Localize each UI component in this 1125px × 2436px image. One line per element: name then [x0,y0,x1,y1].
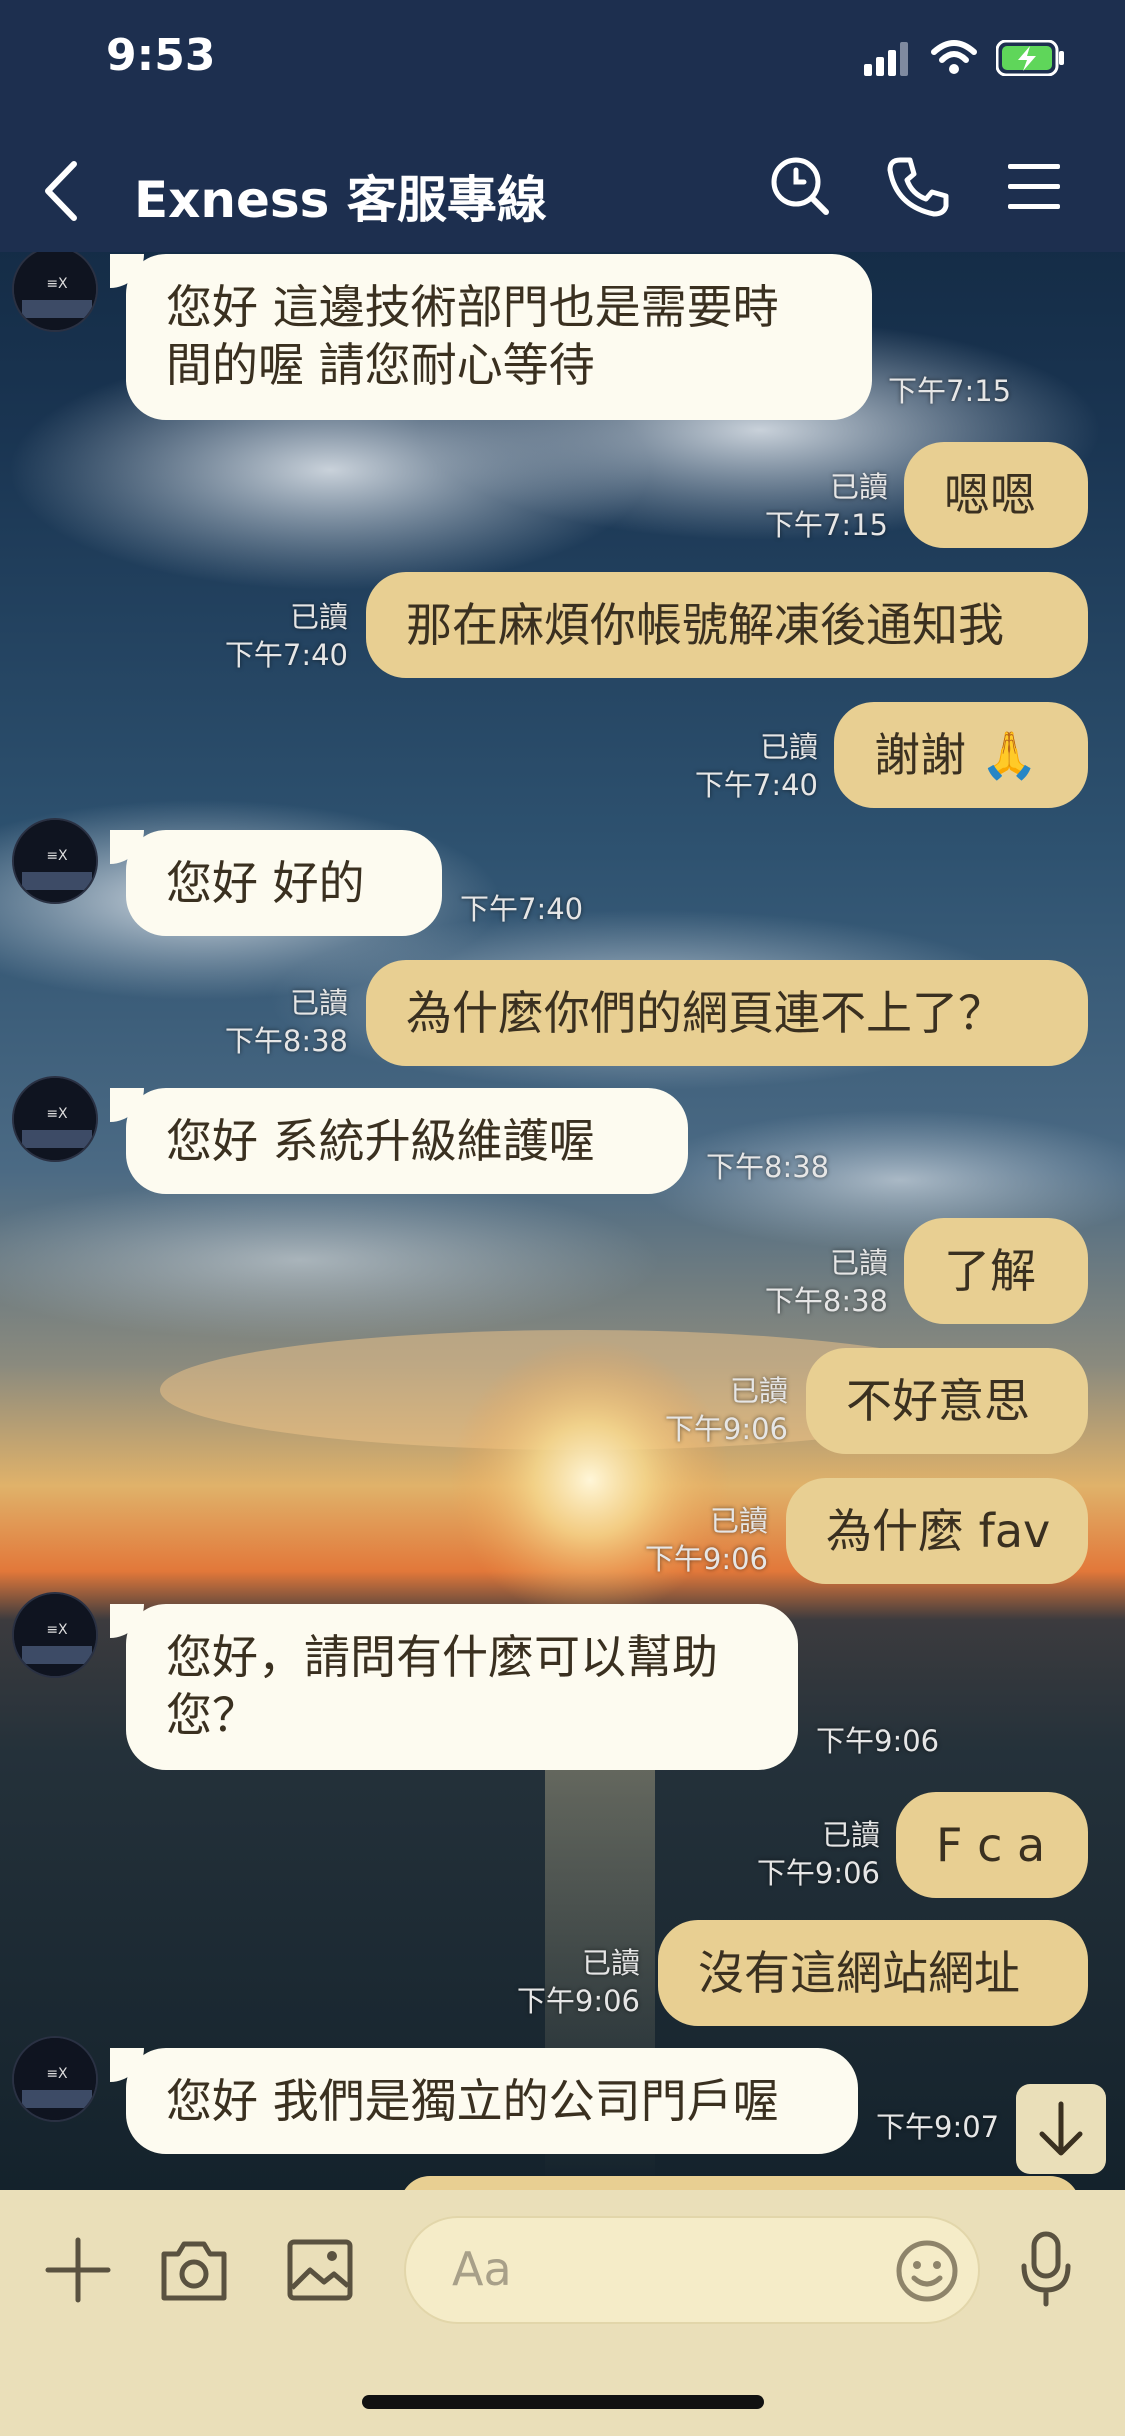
message-text: 嗯嗯 [944,468,1036,522]
svg-text:≡X: ≡X [46,1622,68,1638]
message-bubble-outgoing[interactable]: 為什麼 fav [786,1478,1088,1584]
message-status: 已讀 下午8:38 [700,1244,888,1320]
message-bubble-outgoing[interactable]: 不好意思 [806,1348,1088,1454]
message-status: 已讀 下午9:06 [452,1944,640,2020]
svg-text:≡X: ≡X [46,2066,68,2082]
status-bar: 9:53 [0,0,1125,130]
read-receipt: 已讀 [581,1946,640,1980]
message-bubble-outgoing[interactable]: 嗯嗯 [904,442,1088,548]
message-bubble-outgoing[interactable]: 那在麻煩你帳號解凍後通知我 [366,572,1088,678]
battery-charging-icon [996,40,1064,76]
contact-avatar[interactable]: ≡X [12,2036,98,2122]
message-text: 您好 系統升級維護喔 [166,1114,595,1168]
message-time: 下午8:38 [706,1150,830,1184]
exness-logo-icon: ≡X [14,2038,96,2120]
status-time: 9:53 [106,30,216,81]
message-text: 您好 好的 [166,856,365,910]
message-text: F c a [936,1818,1046,1872]
message-text: 不好意思 [846,1374,1030,1428]
message-text: 了解 [944,1244,1036,1298]
read-receipt: 已讀 [289,986,348,1020]
message-time: 下午9:06 [644,1542,768,1576]
search-icon[interactable] [768,154,832,218]
message-text: 您好 我們是獨立的公司門戶喔 [166,2074,779,2128]
phone-icon[interactable] [886,154,950,218]
message-time: 下午9:06 [516,1984,640,2018]
scroll-to-bottom-button[interactable] [1016,2084,1106,2174]
back-icon[interactable] [40,156,100,222]
message-bubble-outgoing[interactable]: 沒有這網站網址 [658,1920,1088,2026]
message-time: 下午9:06 [664,1412,788,1446]
home-indicator [362,2395,764,2409]
exness-logo-icon: ≡X [14,820,96,902]
contact-avatar[interactable]: ≡X [12,1076,98,1162]
message-text: 您好，請問有什麼可以幫助 [166,1630,718,1684]
chat-header: Exness 客服專線 [0,130,1125,252]
exness-logo-icon: ≡X [14,1594,96,1676]
wifi-icon [931,40,977,74]
image-icon[interactable] [286,2236,354,2304]
signal-icon [864,42,908,76]
message-text: 沒有這網站網址 [698,1946,1020,2000]
message-bubble-incoming[interactable]: 您好 系統升級維護喔 [126,1088,688,1194]
message-text: 您好 這邊技術部門也是需要時 [166,280,779,334]
message-time: 下午7:40 [694,768,818,802]
message-time: 下午9:07 [876,2110,1000,2144]
message-bubble-incoming[interactable]: 您好 這邊技術部門也是需要時 間的喔 請您耐心等待 [126,254,872,420]
plus-icon[interactable] [44,2236,112,2304]
exness-logo-icon: ≡X [14,248,96,330]
message-time: 下午8:38 [224,1024,348,1058]
message-text: 謝謝 🙏 [874,728,1038,782]
message-input-placeholder: Aa [452,2242,512,2296]
emoji-icon[interactable] [894,2238,960,2304]
message-bubble-outgoing[interactable]: 為什麼你們的網頁連不上了？ [366,960,1088,1066]
message-time: 下午9:06 [756,1856,880,1890]
read-receipt: 已讀 [759,730,818,764]
message-input[interactable]: Aa [404,2216,980,2324]
message-status: 已讀 下午9:06 [692,1816,880,1892]
message-text: 為什麼你們的網頁連不上了？ [406,986,1004,1040]
menu-icon[interactable] [1006,160,1062,212]
camera-icon[interactable] [158,2236,230,2304]
read-receipt: 已讀 [289,600,348,634]
svg-text:≡X: ≡X [46,1106,68,1122]
message-status: 已讀 下午7:40 [630,728,818,804]
mic-icon[interactable] [1016,2230,1076,2310]
message-status: 已讀 下午8:38 [160,984,348,1060]
message-time: 下午9:06 [816,1724,940,1758]
exness-logo-icon: ≡X [14,1078,96,1160]
message-text: 為什麼 fav [826,1504,1051,1558]
svg-text:≡X: ≡X [46,848,68,864]
contact-avatar[interactable]: ≡X [12,246,98,332]
message-status: 已讀 下午9:06 [580,1502,768,1578]
message-text: 那在麻煩你帳號解凍後通知我 [406,598,1004,652]
message-time: 下午7:15 [764,508,888,542]
read-receipt: 已讀 [829,1246,888,1280]
message-bubble-incoming[interactable]: 您好，請問有什麼可以幫助 您？ [126,1604,798,1770]
message-status: 已讀 下午7:15 [700,468,888,544]
contact-avatar[interactable]: ≡X [12,818,98,904]
contact-avatar[interactable]: ≡X [12,1592,98,1678]
read-receipt: 已讀 [709,1504,768,1538]
message-text: 您？ [166,1688,258,1742]
message-status: 已讀 下午9:06 [600,1372,788,1448]
arrow-down-icon [1039,2101,1083,2156]
message-time: 下午7:15 [888,374,1012,408]
message-bubble-outgoing[interactable]: 謝謝 🙏 [834,702,1088,808]
read-receipt: 已讀 [821,1818,880,1852]
read-receipt: 已讀 [829,470,888,504]
message-bubble-outgoing[interactable]: 了解 [904,1218,1088,1324]
chat-title: Exness 客服專線 [134,171,547,229]
read-receipt: 已讀 [729,1374,788,1408]
message-bubble-outgoing[interactable]: F c a [896,1792,1088,1898]
svg-text:≡X: ≡X [46,276,68,292]
message-bubble-incoming[interactable]: 您好 好的 [126,830,442,936]
message-time: 下午7:40 [224,638,348,672]
message-bubble-incoming[interactable]: 您好 我們是獨立的公司門戶喔 [126,2048,858,2154]
message-text: 間的喔 請您耐心等待 [166,338,595,392]
message-time: 下午7:40 [460,892,584,926]
message-time: 下午8:38 [764,1284,888,1318]
message-status: 已讀 下午7:40 [160,598,348,674]
